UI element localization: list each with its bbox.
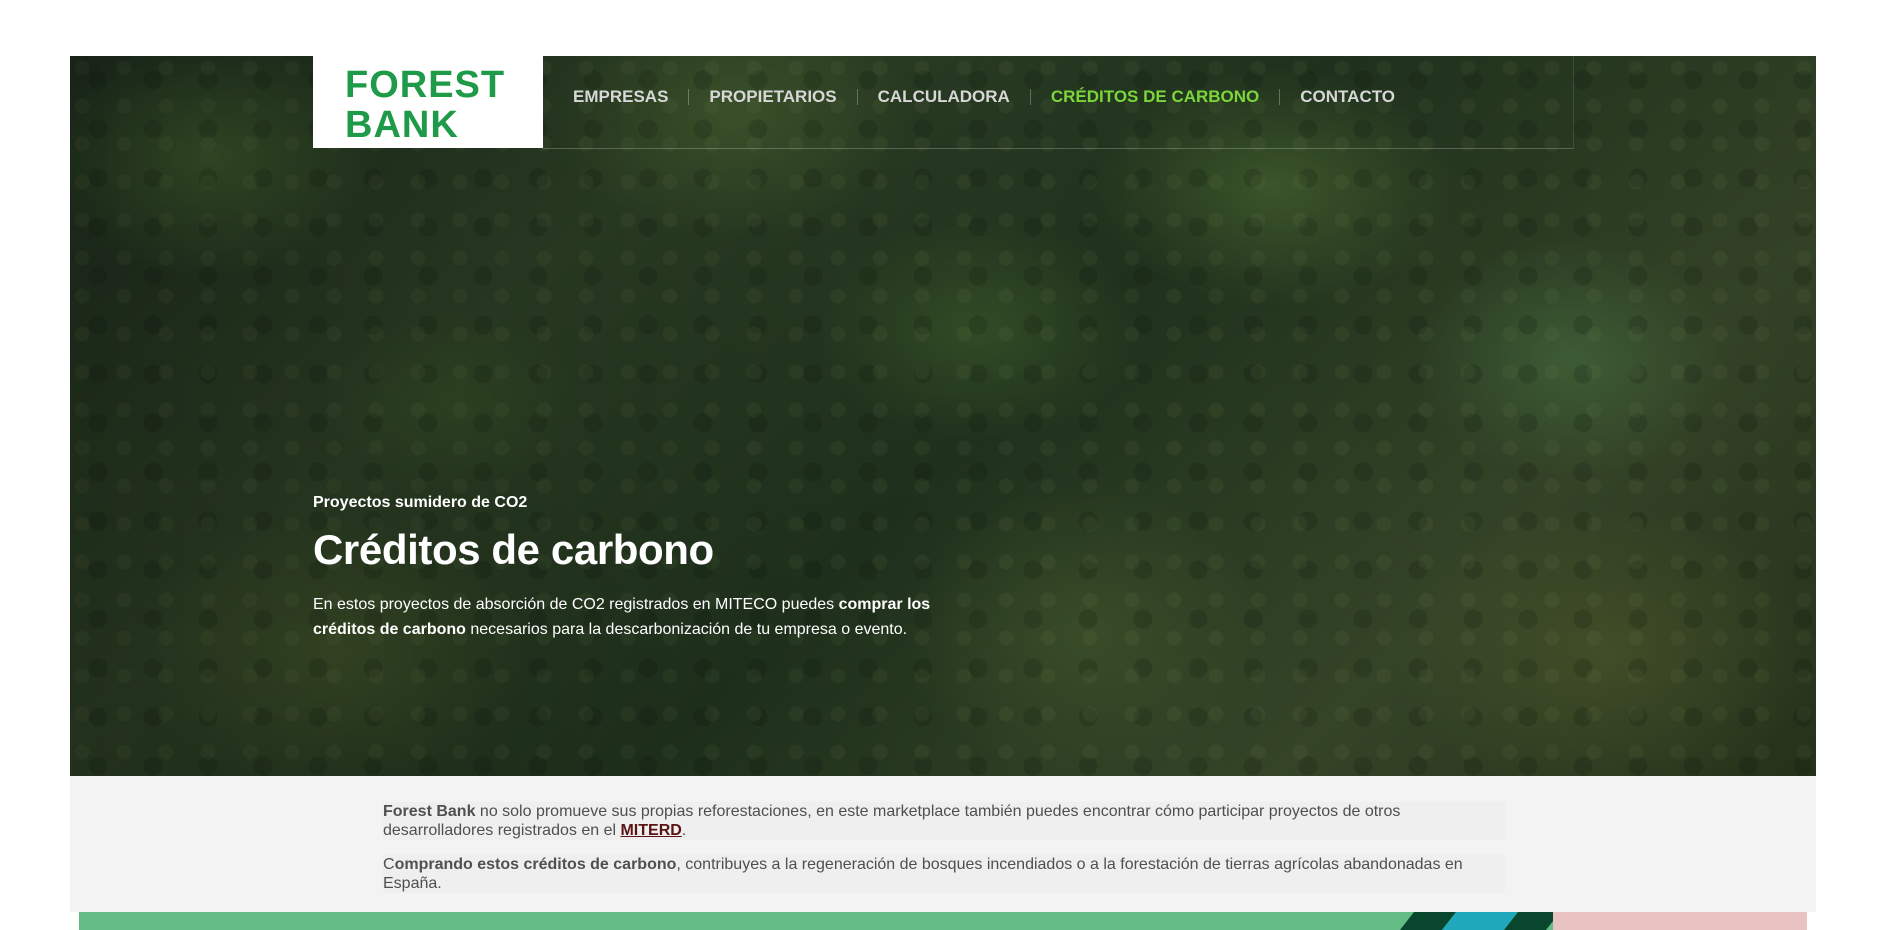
- miterd-link[interactable]: MITERD: [620, 822, 681, 839]
- nav-item-contacto[interactable]: CONTACTO: [1300, 87, 1415, 107]
- page-title: Créditos de carbono: [313, 526, 714, 573]
- logo-line-1: FOREST: [345, 64, 506, 106]
- paragraph-2-prefix: C: [383, 856, 395, 873]
- forest-bank-name: Forest Bank: [383, 803, 476, 820]
- page: FOREST BANK EMPRESAS PROPIETARIOS CALCUL…: [0, 0, 1891, 930]
- paragraph-2-strong: omprando estos créditos de carbono: [394, 856, 677, 873]
- nav-divider: [856, 89, 858, 105]
- hero-copy: Proyectos sumidero de CO2 Créditos de ca…: [313, 494, 973, 642]
- hero-description: En estos proyectos de absorción de CO2 r…: [313, 592, 943, 642]
- nav-item-creditos-de-carbono[interactable]: CRÉDITOS DE CARBONO: [1051, 87, 1279, 107]
- forest-bank-logo[interactable]: FOREST BANK: [313, 56, 543, 148]
- nav-divider: [1029, 89, 1031, 105]
- decorative-bottom-band: [79, 912, 1807, 930]
- marketplace-info-paragraph-1: Forest Bank no solo promueve sus propias…: [383, 802, 1505, 840]
- paragraph-1-ending: .: [681, 822, 687, 839]
- hero-banner: FOREST BANK EMPRESAS PROPIETARIOS CALCUL…: [70, 56, 1816, 776]
- nav-item-empresas[interactable]: EMPRESAS: [573, 87, 688, 107]
- nav-item-calculadora[interactable]: CALCULADORA: [878, 87, 1030, 107]
- nav-divider: [688, 89, 690, 105]
- nav-divider: [1279, 89, 1281, 105]
- marketplace-info: Forest Bank no solo promueve sus propias…: [70, 776, 1816, 912]
- logo-line-2: BANK: [345, 104, 459, 146]
- hero-eyebrow: Proyectos sumidero de CO2: [313, 494, 528, 511]
- hero-description-prefix: En estos proyectos de absorción de CO2 r…: [313, 596, 839, 614]
- main-navigation: EMPRESAS PROPIETARIOS CALCULADORA CRÉDIT…: [543, 56, 1574, 149]
- hero-description-suffix: necesarios para la descarbonización de t…: [465, 621, 908, 639]
- marketplace-info-paragraph-2: Comprando estos créditos de carbono, con…: [383, 855, 1505, 893]
- paragraph-1-text: no solo promueve sus propias reforestaci…: [383, 803, 1401, 839]
- nav-item-propietarios[interactable]: PROPIETARIOS: [709, 87, 856, 107]
- pink-stripe: [1553, 912, 1807, 930]
- main-navigation-list: EMPRESAS PROPIETARIOS CALCULADORA CRÉDIT…: [573, 87, 1415, 107]
